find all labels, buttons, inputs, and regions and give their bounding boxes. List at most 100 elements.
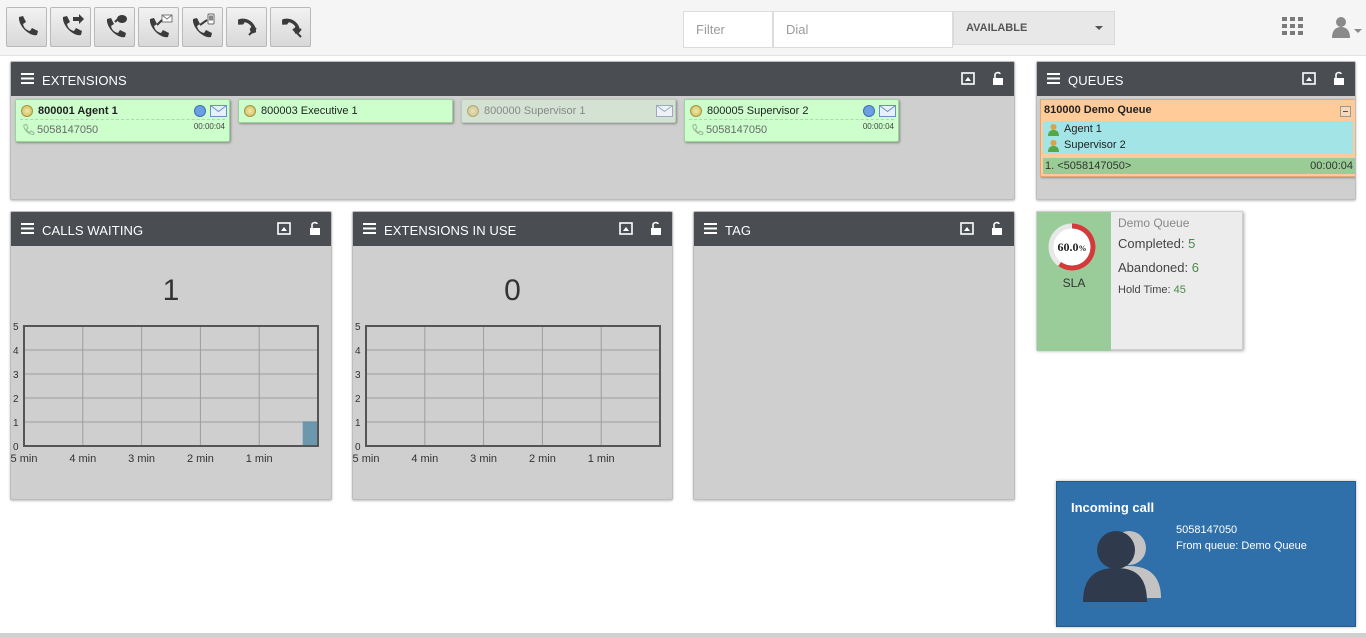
call-icon	[692, 123, 704, 136]
unlock-icon[interactable]	[649, 221, 663, 236]
caller-avatar-icon	[1083, 531, 1161, 602]
call-info-row: 5058147050 00:00:04	[689, 122, 894, 138]
y-tick-label: 0	[13, 442, 19, 453]
minimize-icon[interactable]	[1302, 71, 1316, 86]
sla-abandoned: Abandoned: 6	[1118, 260, 1199, 275]
filter-input[interactable]	[683, 11, 773, 48]
mail-icon[interactable]	[210, 105, 227, 117]
collapse-icon[interactable]	[1340, 106, 1351, 117]
incoming-call-title: Incoming call	[1071, 500, 1155, 515]
queue-card[interactable]: 810000 Demo Queue Agent 1 Supervisor 2 1…	[1040, 99, 1355, 177]
y-tick-label: 3	[355, 370, 361, 381]
incoming-caller-number: 5058147050	[1176, 524, 1238, 536]
agent-icon	[1048, 124, 1059, 136]
unlock-icon[interactable]	[991, 71, 1005, 86]
tag-panel: TAG	[693, 211, 1015, 500]
x-tick-label: 3 min	[128, 453, 155, 465]
abandoned-label: Abandoned:	[1118, 260, 1189, 275]
mail-icon[interactable]	[879, 105, 896, 117]
phone-forward-icon	[62, 14, 84, 36]
menu-icon[interactable]	[21, 223, 34, 234]
unlock-icon[interactable]	[990, 221, 1004, 236]
phone-hangup-icon	[281, 18, 302, 38]
extensions-in-use-header[interactable]: EXTENSIONS IN USE	[353, 212, 672, 246]
info-icon[interactable]	[194, 105, 206, 117]
call-duration: 00:00:04	[862, 122, 894, 131]
extensions-panel-header[interactable]: EXTENSIONS	[11, 62, 1014, 96]
y-tick-label: 4	[13, 346, 19, 357]
member-name: Supervisor 2	[1064, 139, 1126, 151]
x-tick-label: 1 min	[588, 453, 615, 465]
extensions-in-use-panel: EXTENSIONS IN USE 0 0 1 2 3 4 5 5 min 4 min 3 mi…	[352, 211, 673, 500]
menu-icon[interactable]	[363, 223, 376, 234]
extension-card[interactable]: 800000 Supervisor 1	[461, 99, 676, 123]
minimize-icon[interactable]	[960, 221, 974, 236]
conference-button[interactable]	[94, 7, 135, 47]
extension-card[interactable]: 800001 Agent 1 5058147050 00:00:04	[15, 99, 230, 142]
sla-card[interactable]: 60.0% SLA Demo Queue Completed: 5 Abando…	[1036, 211, 1243, 351]
pickup-button[interactable]	[226, 7, 267, 47]
calls-waiting-header[interactable]: CALLS WAITING	[11, 212, 331, 246]
calls-waiting-count: 1	[162, 274, 180, 307]
extensions-in-use-count: 0	[504, 274, 521, 307]
queues-panel-header[interactable]: QUEUES	[1037, 62, 1355, 96]
transfer-button[interactable]	[50, 7, 91, 47]
calls-waiting-chart: 0 1 2 3 4 5 5 min 4 min 3 min 2 min 1 min	[11, 322, 319, 465]
member-name: Agent 1	[1064, 123, 1102, 135]
caller-number: 5058147050	[706, 124, 768, 136]
minimize-icon[interactable]	[277, 221, 291, 236]
sla-percent-sign: %	[1079, 244, 1087, 253]
voicemail-button[interactable]	[138, 7, 179, 47]
x-tick-label: 4 min	[411, 453, 438, 465]
menu-icon[interactable]	[704, 223, 717, 234]
x-tick-label: 3 min	[470, 453, 497, 465]
sla-gauge-area: 60.0% SLA	[1037, 212, 1111, 351]
status-icon	[467, 105, 479, 117]
call-icon	[23, 123, 35, 136]
hangup-button[interactable]	[270, 7, 311, 47]
x-tick-label: 1 min	[246, 453, 273, 465]
minimize-icon[interactable]	[619, 221, 633, 236]
call-duration: 00:00:04	[193, 122, 225, 131]
unlock-icon[interactable]	[308, 221, 322, 236]
caller-number: 5058147050	[37, 124, 99, 136]
x-tick-label: 5 min	[11, 453, 37, 465]
x-tick-label: 5 min	[353, 453, 379, 465]
hold-label: Hold Time:	[1118, 284, 1171, 296]
extension-label: 800003 Executive 1	[261, 105, 358, 117]
agent-icon	[1048, 140, 1059, 152]
y-tick-label: 5	[13, 322, 19, 333]
tag-panel-header[interactable]: TAG	[694, 212, 1014, 246]
calls-waiting-panel: CALLS WAITING 1 0 1 2 3 4 5 5 min 4 min 3 min 2 m…	[10, 211, 332, 500]
waiting-caller-row[interactable]: 1. <5058147050> 00:00:04	[1043, 158, 1355, 174]
apps-grid-icon[interactable]	[1282, 17, 1304, 35]
x-tick-label: 2 min	[529, 453, 556, 465]
sla-queue-name: Demo Queue	[1118, 216, 1190, 230]
extensions-in-use-chart: 0 1 2 3 4 5 5 min 4 min 3 min 2 min 1 min	[353, 322, 661, 465]
incoming-call-popup[interactable]: Incoming call 5058147050 From queue: Dem…	[1056, 481, 1356, 627]
mail-icon[interactable]	[656, 105, 673, 117]
extension-card[interactable]: 800005 Supervisor 2 5058147050 00:00:04	[684, 99, 899, 142]
y-tick-label: 2	[13, 394, 19, 405]
menu-icon[interactable]	[1047, 73, 1060, 84]
queue-members: Agent 1 Supervisor 2	[1043, 121, 1353, 154]
unlock-icon[interactable]	[1332, 71, 1346, 86]
user-menu-icon[interactable]	[1330, 14, 1364, 40]
minimize-icon[interactable]	[961, 71, 975, 86]
completed-label: Completed:	[1118, 236, 1185, 251]
panel-title: QUEUES	[1068, 73, 1124, 88]
x-tick-label: 4 min	[69, 453, 96, 465]
status-icon	[244, 105, 256, 117]
mobile-button[interactable]	[182, 7, 223, 47]
info-icon[interactable]	[863, 105, 875, 117]
dial-input[interactable]	[773, 11, 953, 48]
incoming-from-queue: From queue: Demo Queue	[1176, 540, 1307, 552]
call-button[interactable]	[6, 7, 47, 47]
extensions-panel: EXTENSIONS 800001 Agent 1 5058147050 00:…	[10, 61, 1015, 200]
menu-icon[interactable]	[21, 73, 34, 84]
status-select[interactable]: AVAILABLE	[953, 11, 1115, 45]
panel-title: EXTENSIONS IN USE	[384, 223, 517, 238]
status-icon	[690, 105, 702, 117]
plot-area	[366, 326, 660, 446]
extension-card[interactable]: 800003 Executive 1	[238, 99, 453, 123]
